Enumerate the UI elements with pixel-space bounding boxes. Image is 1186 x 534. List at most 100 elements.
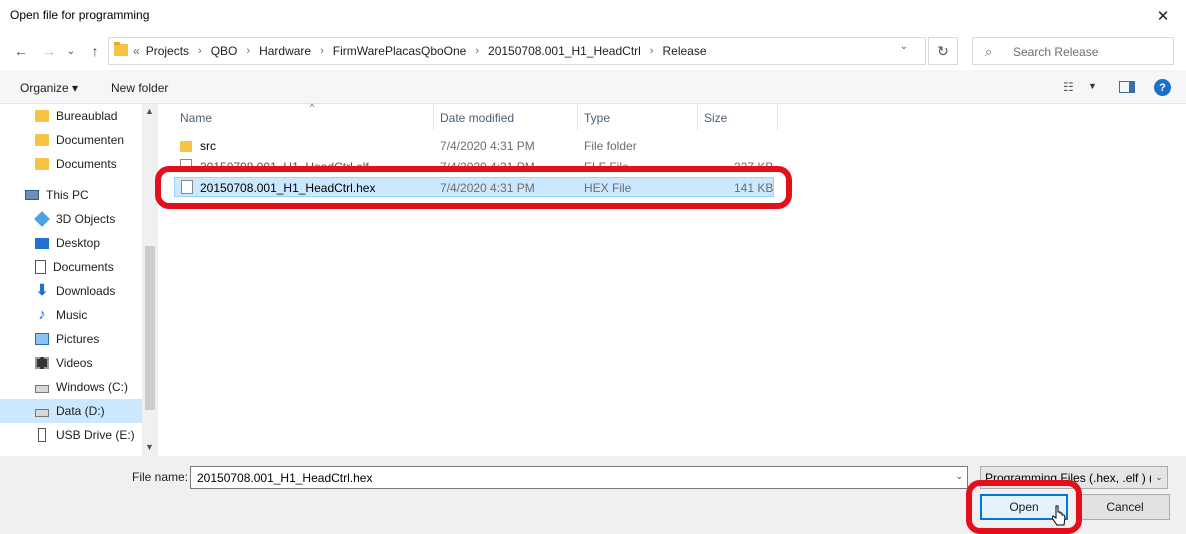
3d-objects-icon	[34, 211, 50, 227]
pictures-icon	[35, 333, 49, 345]
back-icon[interactable]: ←	[12, 42, 30, 60]
file-name-value[interactable]: 20150708.001_H1_HeadCtrl.hex	[197, 471, 372, 485]
nav-item-windows-c[interactable]: Windows (C:)	[0, 375, 142, 399]
nav-item-label: 3D Objects	[56, 212, 116, 226]
forward-icon[interactable]: →	[40, 42, 58, 60]
dialog-footer: File name: 20150708.001_H1_HeadCtrl.hex …	[0, 456, 1186, 534]
breadcrumb-item[interactable]: Hardware	[259, 44, 311, 58]
search-box[interactable]: ⌕ Search Release	[972, 37, 1174, 65]
address-row: ← → ⌄ ↑ « Projects › QBO › Hardware › Fi…	[0, 32, 1186, 70]
scroll-down-icon[interactable]: ▼	[145, 442, 154, 452]
breadcrumb-separator-icon[interactable]: ›	[475, 45, 479, 57]
column-header-name[interactable]: ^ Name	[174, 102, 434, 130]
breadcrumb-separator-icon[interactable]: ›	[320, 45, 324, 57]
search-icon: ⌕	[985, 44, 993, 59]
column-label: Date modified	[440, 111, 515, 125]
breadcrumb-item[interactable]: QBO	[211, 44, 238, 58]
address-dropdown-icon[interactable]: ⌄	[894, 37, 914, 55]
preview-pane-icon[interactable]	[1119, 81, 1135, 93]
file-row-selected[interactable]: 20150708.001_H1_HeadCtrl.hex 7/4/2020 4:…	[174, 177, 774, 197]
new-folder-button[interactable]: New folder	[111, 81, 168, 95]
nav-pane-scrollbar[interactable]: ▲ ▼	[142, 104, 158, 456]
file-name: src	[200, 139, 216, 153]
nav-item-3d-objects[interactable]: 3D Objects	[0, 207, 142, 231]
column-header-date-modified[interactable]: Date modified	[434, 104, 578, 130]
folder-icon	[114, 42, 128, 56]
nav-item-label: Documents	[53, 260, 114, 274]
documents-icon	[35, 260, 46, 274]
nav-item-label: USB Drive (E:)	[56, 428, 135, 442]
file-type: HEX File	[584, 181, 632, 195]
refresh-icon[interactable]: ↻	[928, 37, 958, 65]
scroll-up-icon[interactable]: ▲	[145, 106, 154, 116]
breadcrumb-item[interactable]: 20150708.001_H1_HeadCtrl	[488, 44, 641, 58]
chevron-down-icon[interactable]: ⌄	[1151, 467, 1167, 488]
help-icon[interactable]: ?	[1154, 79, 1171, 96]
organize-button[interactable]: Organize ▾	[20, 81, 78, 95]
cancel-button[interactable]: Cancel	[1080, 494, 1170, 520]
nav-item-downloads[interactable]: ⬇ Downloads	[0, 279, 142, 303]
column-label: Size	[704, 111, 728, 125]
folder-icon	[35, 134, 49, 146]
nav-item-label: Bureaublad	[56, 109, 118, 123]
nav-item-bureaublad[interactable]: Bureaublad	[0, 104, 142, 128]
computer-icon	[25, 190, 39, 200]
file-name: 20150708.001_H1_HeadCtrl.hex	[200, 181, 376, 195]
close-icon[interactable]: ✕	[1140, 0, 1186, 32]
drive-icon	[35, 385, 49, 393]
nav-item-data-d[interactable]: Data (D:)	[0, 399, 142, 423]
breadcrumb: « Projects › QBO › Hardware › FirmWarePl…	[133, 44, 707, 58]
videos-icon	[35, 357, 49, 369]
nav-item-documents[interactable]: Documents	[0, 255, 142, 279]
breadcrumb-item[interactable]: FirmWarePlacasQboOne	[333, 44, 467, 58]
search-placeholder[interactable]: Search Release	[1013, 45, 1098, 59]
recent-locations-dropdown-icon[interactable]: ⌄	[62, 42, 80, 60]
breadcrumb-separator-icon[interactable]: ›	[198, 45, 202, 57]
folder-icon	[35, 158, 49, 170]
folder-icon	[180, 141, 192, 152]
nav-item-usb-drive-e[interactable]: USB Drive (E:)	[0, 423, 142, 447]
nav-item-this-pc[interactable]: This PC	[0, 183, 142, 207]
nav-item-label: Pictures	[56, 332, 100, 346]
folder-icon	[35, 110, 49, 122]
download-icon: ⬇	[35, 282, 49, 299]
file-type: File folder	[584, 139, 637, 153]
view-options-icon[interactable]: ☷	[1063, 80, 1075, 94]
column-header-size[interactable]: Size	[698, 104, 778, 130]
nav-item-documents-quick[interactable]: Documents	[0, 152, 142, 176]
title-bar: Open file for programming ✕	[0, 0, 1186, 32]
file-date: 7/4/2020 4:31 PM	[440, 160, 535, 174]
nav-item-documenten[interactable]: Documenten	[0, 128, 142, 152]
sort-ascending-icon: ^	[310, 102, 315, 112]
window-title: Open file for programming	[10, 8, 150, 22]
up-icon[interactable]: ↑	[86, 42, 104, 60]
desktop-icon	[35, 237, 49, 249]
view-dropdown-icon[interactable]: ▼	[1088, 81, 1097, 91]
nav-item-label: Windows (C:)	[56, 380, 129, 394]
nav-item-videos[interactable]: Videos	[0, 351, 142, 375]
breadcrumb-separator-icon[interactable]: ›	[246, 45, 250, 57]
file-date: 7/4/2020 4:31 PM	[440, 139, 535, 153]
overflow-chevron-icon[interactable]: «	[133, 44, 140, 58]
scrollbar-thumb[interactable]	[145, 246, 155, 410]
file-name-field[interactable]: 20150708.001_H1_HeadCtrl.hex ⌄	[190, 466, 968, 489]
nav-item-music[interactable]: ♪ Music	[0, 303, 142, 327]
file-type-select[interactable]: Programming Files (.hex, .elf ) (*.hex;*…	[980, 466, 1168, 489]
column-header-type[interactable]: Type	[578, 104, 698, 130]
nav-item-label: Music	[56, 308, 88, 322]
breadcrumb-item[interactable]: Projects	[146, 44, 189, 58]
chevron-down-icon[interactable]: ⌄	[955, 471, 963, 482]
nav-item-desktop[interactable]: Desktop	[0, 231, 142, 255]
file-row[interactable]: 20150708.001_H1_HeadCtrl.elf 7/4/2020 4:…	[174, 157, 774, 177]
column-label: Type	[584, 111, 611, 125]
file-icon	[181, 180, 193, 194]
nav-item-pictures[interactable]: Pictures	[0, 327, 142, 351]
nav-item-label: This PC	[46, 188, 89, 202]
address-bar[interactable]: « Projects › QBO › Hardware › FirmWarePl…	[108, 37, 926, 65]
breadcrumb-item-current[interactable]: Release	[663, 44, 707, 58]
file-row[interactable]: src 7/4/2020 4:31 PM File folder	[174, 136, 774, 156]
nav-item-label: Desktop	[56, 236, 101, 250]
file-size: 141 KB	[734, 181, 774, 195]
file-name-label: File name:	[132, 470, 189, 484]
breadcrumb-separator-icon[interactable]: ›	[650, 45, 654, 57]
